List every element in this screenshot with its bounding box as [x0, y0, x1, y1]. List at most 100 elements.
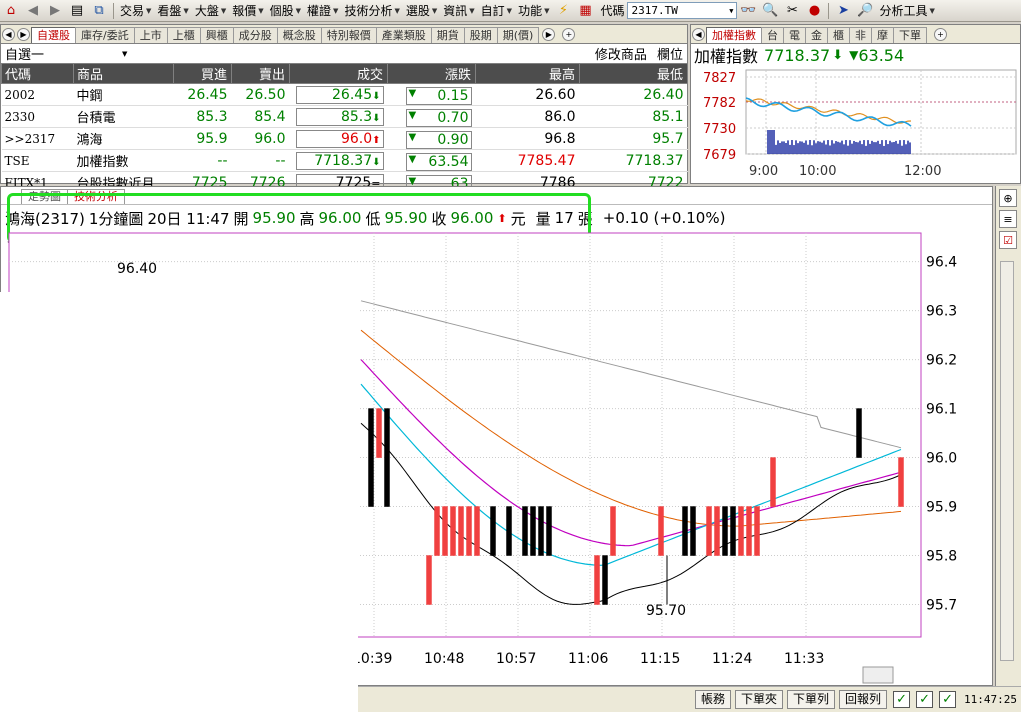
- tab-scroll-left-icon[interactable]: ◀: [692, 28, 705, 41]
- candle: [682, 506, 688, 556]
- order-folder-button[interactable]: 下單夾: [734, 690, 783, 709]
- tab-special-quote[interactable]: 特別報價: [320, 27, 377, 43]
- tab-watchlist[interactable]: 自選股: [31, 27, 76, 43]
- home-icon[interactable]: ⌂: [2, 2, 20, 20]
- candle: [714, 506, 720, 556]
- search-icon[interactable]: 🔍: [761, 2, 779, 20]
- column-header[interactable]: 漲跌: [387, 63, 476, 84]
- menu-watch[interactable]: 看盤 ▼: [154, 2, 191, 19]
- binoculars-icon[interactable]: 👓: [739, 2, 757, 20]
- column-header[interactable]: 成交: [289, 63, 388, 84]
- popout-icon[interactable]: ⧉: [90, 2, 108, 20]
- menu-trade[interactable]: 交易 ▼: [117, 2, 154, 19]
- menu-screener[interactable]: 選股 ▼: [403, 2, 440, 19]
- tab-futures-price[interactable]: 期(價): [496, 27, 540, 43]
- candle: [384, 408, 390, 507]
- column-header[interactable]: 最高: [475, 63, 580, 84]
- column-header[interactable]: 買進: [173, 63, 232, 84]
- menu-function[interactable]: 功能 ▼: [515, 2, 552, 19]
- tab-fin[interactable]: 金: [805, 27, 828, 43]
- down-triangle-icon: ▼: [408, 154, 417, 165]
- tab-otc[interactable]: 上櫃: [166, 27, 201, 43]
- columns-button[interactable]: 欄位: [657, 48, 683, 63]
- tab-listed[interactable]: 上市: [133, 27, 168, 43]
- column-header[interactable]: 代碼: [1, 63, 74, 84]
- table-row[interactable]: 2330 台積電 85.3 85.4 85.3⬇ ▼ 0.70 86.0 85.1: [1, 105, 688, 128]
- check-icon[interactable]: ✓: [893, 691, 911, 708]
- tab-futures[interactable]: 期貨: [430, 27, 465, 43]
- candle: [770, 457, 776, 507]
- menu-custom[interactable]: 自訂 ▼: [478, 2, 515, 19]
- menu-quote[interactable]: 報價 ▼: [229, 2, 266, 19]
- magnifier-icon[interactable]: 🔎: [856, 2, 874, 20]
- order-bar-button[interactable]: 下單列: [786, 690, 835, 709]
- column-header[interactable]: 最低: [579, 63, 688, 84]
- forward-arrow-icon[interactable]: ▶: [46, 2, 64, 20]
- tab-elec[interactable]: 電: [783, 27, 806, 43]
- edit-items-button[interactable]: 修改商品: [595, 48, 647, 63]
- group-select[interactable]: 自選一 ▼: [5, 44, 127, 63]
- report-bar-button[interactable]: 回報列: [839, 690, 888, 709]
- tab-tw[interactable]: 台: [761, 27, 784, 43]
- candle: [746, 506, 752, 556]
- tab-industry[interactable]: 產業類股: [375, 27, 432, 43]
- tab-scroll-right-icon[interactable]: ▶: [17, 28, 30, 41]
- table-row[interactable]: >>2317 鴻海 95.9 96.0 96.0⬆ ▼ 0.90 96.8 95.7: [1, 127, 688, 150]
- tab-inventory[interactable]: 庫存/委託: [75, 27, 135, 43]
- menu-market[interactable]: 大盤 ▼: [192, 2, 229, 19]
- zoom-plus-icon[interactable]: +: [562, 28, 576, 41]
- calendar-icon[interactable]: ▦: [576, 2, 594, 20]
- x-tick-label: 10:57: [496, 651, 536, 667]
- tools-icon[interactable]: ✂: [783, 2, 801, 20]
- tab-nonfin[interactable]: 非: [849, 27, 872, 43]
- stock-code-input[interactable]: 2317.TW ▼: [627, 2, 738, 19]
- tab-more-right-icon[interactable]: ▶: [542, 28, 556, 41]
- pointer-icon[interactable]: ➤: [834, 2, 852, 20]
- tab-stock-futures[interactable]: 股期: [463, 27, 498, 43]
- column-header[interactable]: 商品: [73, 63, 174, 84]
- back-arrow-icon[interactable]: ◀: [24, 2, 42, 20]
- tab-components[interactable]: 成分股: [232, 27, 278, 43]
- tab-scroll-left-icon[interactable]: ◀: [2, 28, 15, 41]
- tab-otc-index[interactable]: 櫃: [827, 27, 850, 43]
- menu-stock[interactable]: 個股 ▼: [267, 2, 304, 19]
- cell-low: 95.7: [579, 127, 688, 150]
- check-icon[interactable]: ✓: [916, 691, 934, 708]
- note-icon[interactable]: ≡: [999, 210, 1017, 228]
- alert-icon[interactable]: ●: [805, 2, 823, 20]
- candle: [610, 506, 616, 556]
- candle: [376, 408, 382, 458]
- cell-low: 7718.37: [579, 149, 688, 172]
- table-row[interactable]: 2002 中鋼 26.45 26.50 26.45⬇ ▼ 0.15 26.60 26.40: [1, 83, 688, 106]
- tab-taiex[interactable]: 加權指數: [706, 27, 762, 43]
- cell-high: 96.8: [475, 127, 580, 150]
- vertical-scrollbar[interactable]: [1000, 261, 1014, 661]
- y-tick-label: 7782: [703, 96, 736, 111]
- column-header[interactable]: 賣出: [231, 63, 290, 84]
- x-tick-label: 10:39: [352, 651, 392, 667]
- x-tick-label: 11:06: [568, 651, 608, 667]
- candle: [722, 506, 728, 556]
- zoom-plus-icon[interactable]: +: [934, 28, 947, 41]
- tab-emerging[interactable]: 興櫃: [199, 27, 234, 43]
- cell-last: 85.3⬇: [289, 105, 388, 128]
- menu-analysis-tool[interactable]: 分析工具 ▼: [876, 2, 937, 19]
- lightning-icon[interactable]: ⚡: [554, 2, 572, 20]
- tab-order[interactable]: 下單: [893, 27, 927, 43]
- table-row[interactable]: TSE 加權指數 -- -- 7718.37⬇ ▼ 63.54 7785.47 7718.37: [1, 149, 688, 172]
- check-icon[interactable]: ✓: [939, 691, 957, 708]
- print-icon[interactable]: ▤: [68, 2, 86, 20]
- menu-technical[interactable]: 技術分析 ▼: [341, 2, 402, 19]
- menu-warrant[interactable]: 權證 ▼: [304, 2, 341, 19]
- tab-concept[interactable]: 概念股: [276, 27, 322, 43]
- candle: [658, 506, 664, 556]
- index-intraday-chart: 7827 7782 7730 7679 9:00 10:00 12:00: [703, 69, 1017, 179]
- cell-bid: --: [173, 149, 232, 172]
- cell-high: 86.0: [475, 105, 580, 128]
- account-button[interactable]: 帳務: [694, 690, 731, 709]
- up-arrow-icon: ⬆: [372, 134, 381, 146]
- zoom-plus-icon[interactable]: ⊕: [999, 189, 1017, 207]
- tab-msci[interactable]: 摩: [871, 27, 894, 43]
- menu-info[interactable]: 資訊 ▼: [440, 2, 477, 19]
- checkbox-icon[interactable]: ☑: [999, 231, 1017, 249]
